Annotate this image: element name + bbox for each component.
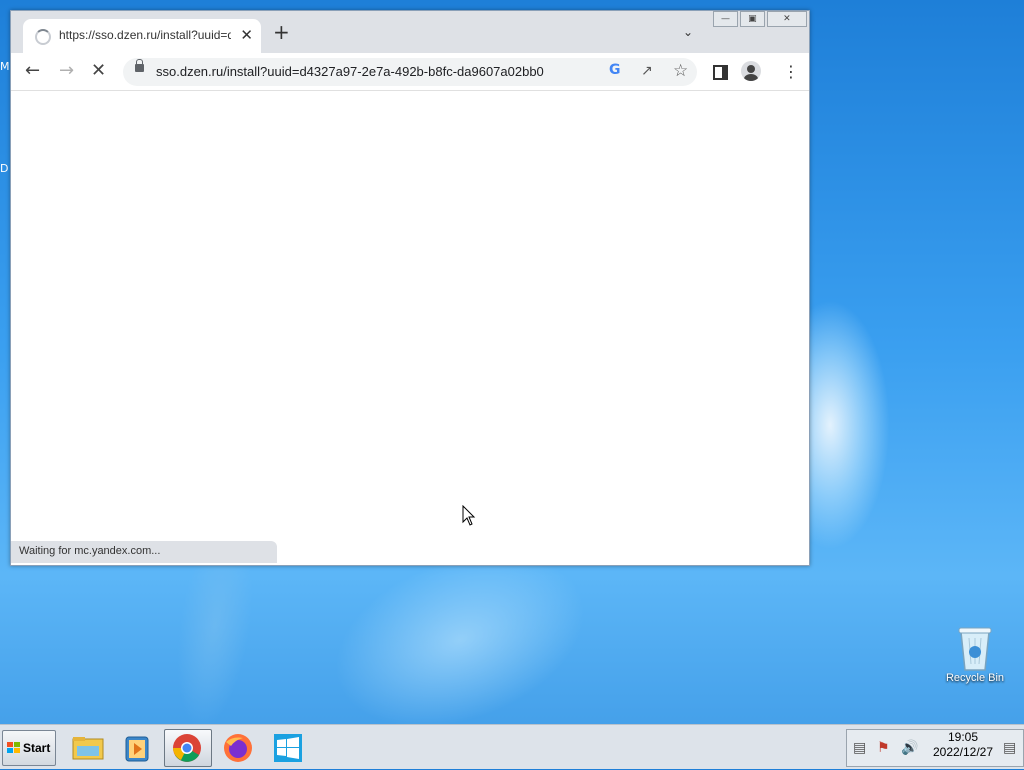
close-tab-icon[interactable]: ✕ [240,26,253,44]
start-label: Start [23,741,51,755]
windows-store-taskbar-button[interactable] [264,729,312,767]
kebab-menu-icon[interactable]: ⋮ [783,62,799,81]
clock-time: 19:05 [947,730,979,744]
recycle-bin[interactable]: Recycle Bin [940,624,1010,684]
windows-logo-icon [274,734,302,762]
desktop-icon-label-partial[interactable]: D [0,162,8,175]
start-button[interactable]: Start [2,730,56,766]
clock[interactable]: 19:05 2022/12/27 [928,730,998,760]
chrome-icon [173,734,201,762]
desktop-icon-label-partial[interactable]: M [0,60,10,73]
chrome-taskbar-button[interactable] [164,729,212,767]
share-icon[interactable]: ↗ [641,63,653,79]
recycle-bin-label: Recycle Bin [945,672,1005,684]
lock-icon[interactable] [135,59,144,72]
maximize-button[interactable]: ▣ [739,11,765,27]
tab-title: https://sso.dzen.ru/install?uuid=d [59,28,231,42]
browser-window: https://sso.dzen.ru/install?uuid=d ✕ + ⌄… [10,10,810,566]
clock-date: 2022/12/27 [932,745,994,759]
network-icon[interactable]: ▤ [853,740,866,756]
window-controls: — ▣ ✕ [713,11,807,27]
firefox-icon [224,734,252,762]
side-panel-icon[interactable] [713,65,728,80]
forward-arrow-icon[interactable]: → [59,61,74,81]
folder-icon [72,737,104,760]
profile-avatar-icon[interactable] [741,61,761,81]
windows-flag-icon [7,742,21,757]
taskbar: Start ▤ ⚑ 🔊 ▤ 19:05 2022/12/27 [0,724,1024,769]
status-bubble: Waiting for mc.yandex.com... [11,541,277,563]
minimize-button[interactable]: — [713,11,738,27]
bookmark-star-icon[interactable]: ☆ [673,61,688,81]
page-content [11,91,809,565]
file-explorer-taskbar-button[interactable] [64,729,112,767]
back-arrow-icon[interactable]: ← [25,61,40,81]
media-player-icon [125,736,149,762]
tab-strip: https://sso.dzen.ru/install?uuid=d ✕ + ⌄… [11,11,809,53]
loading-spinner-icon [35,29,51,45]
action-center-flag-icon[interactable]: ⚑ [877,740,890,756]
address-url[interactable]: sso.dzen.ru/install?uuid=d4327a97-2e7a-4… [156,64,544,79]
window-close-button[interactable]: ✕ [766,11,807,27]
google-translate-icon[interactable]: G [609,62,621,78]
firefox-taskbar-button[interactable] [214,729,262,767]
browser-toolbar: ← → ✕ sso.dzen.ru/install?uuid=d4327a97-… [11,53,809,91]
show-desktop-icon[interactable]: ▤ [1003,740,1016,756]
stop-loading-icon[interactable]: ✕ [91,61,106,81]
browser-tab[interactable]: https://sso.dzen.ru/install?uuid=d ✕ [23,19,261,53]
tab-search-chevron-icon[interactable]: ⌄ [683,25,693,39]
address-bar[interactable]: sso.dzen.ru/install?uuid=d4327a97-2e7a-4… [123,58,697,86]
volume-icon[interactable]: 🔊 [901,740,918,756]
status-text: Waiting for mc.yandex.com... [19,545,161,557]
recycle-bin-icon [958,627,992,671]
media-player-taskbar-button[interactable] [114,729,162,767]
new-tab-button[interactable]: + [273,22,290,42]
